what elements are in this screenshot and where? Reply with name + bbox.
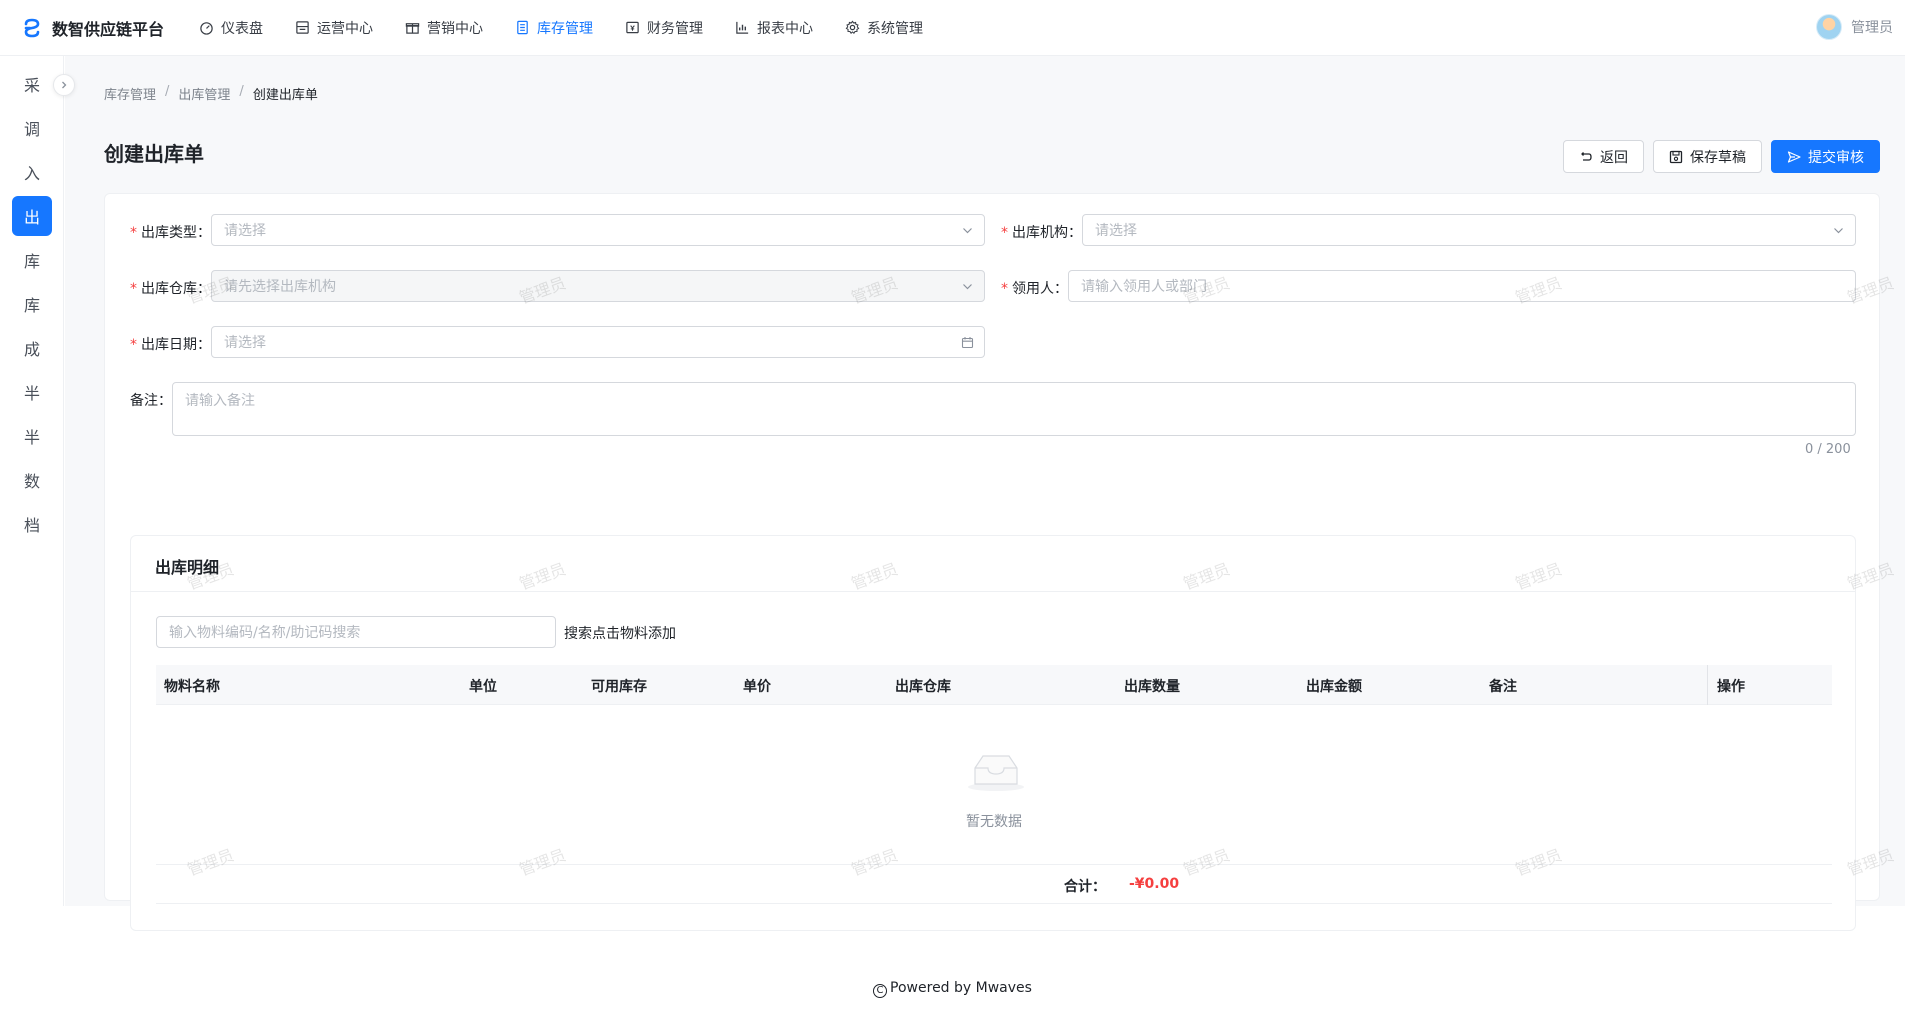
submit-review-button[interactable]: 提交审核 bbox=[1771, 140, 1880, 173]
col-unit: 单位 bbox=[469, 679, 497, 695]
footer-text: Powered by Mwaves bbox=[890, 980, 1032, 996]
col-operation: 操作 bbox=[1717, 679, 1745, 695]
col-outbound-warehouse: 出库仓库 bbox=[895, 679, 951, 695]
inventory-icon bbox=[517, 20, 528, 35]
col-outbound-amount: 出库金额 bbox=[1306, 679, 1362, 695]
brand[interactable]: 数智供应链平台 bbox=[0, 16, 183, 40]
app-name: 数智供应链平台 bbox=[52, 19, 165, 39]
sidebar-item-semi-1[interactable]: 半 bbox=[12, 372, 52, 412]
user-name: 管理员 bbox=[1851, 20, 1893, 36]
nav-item-operations[interactable]: 运营中心 bbox=[279, 0, 389, 56]
main-content: 库存管理 / 出库管理 / 创建出库单 创建出库单 返回 保存草稿 提交审核 *… bbox=[65, 56, 1905, 931]
sidebar-item-inbound[interactable]: 入 bbox=[12, 152, 52, 192]
col-remark: 备注 bbox=[1489, 679, 1517, 695]
total-label: 合计： bbox=[1064, 879, 1106, 895]
breadcrumb: 库存管理 / 出库管理 / 创建出库单 bbox=[104, 84, 318, 103]
org-label: * 出库机构： bbox=[1001, 225, 1082, 241]
operations-icon bbox=[296, 21, 309, 34]
receiver-label: * 领用人： bbox=[1001, 281, 1068, 297]
empty-text: 暂无数据 bbox=[966, 814, 1022, 830]
remark-counter: 0 / 200 bbox=[1805, 442, 1851, 457]
sidebar-item-outbound[interactable]: 出 bbox=[12, 196, 52, 236]
empty-inbox-icon bbox=[968, 755, 1024, 791]
outbound-detail-section: 出库明细 输入物料编码/名称/助记码搜索 搜索点击物料添加 物料名称 单位 可用… bbox=[130, 535, 1856, 931]
outbound-type-select[interactable]: 请选择 bbox=[211, 214, 985, 246]
detail-title: 出库明细 bbox=[131, 536, 1855, 592]
chevron-down-icon bbox=[963, 284, 972, 290]
col-unit-price: 单价 bbox=[743, 679, 771, 695]
action-bar: 返回 保存草稿 提交审核 bbox=[1563, 140, 1880, 173]
search-tip: 搜索点击物料添加 bbox=[564, 626, 676, 642]
gift-icon bbox=[405, 23, 420, 34]
nav-item-finance[interactable]: 财务管理 bbox=[609, 0, 719, 56]
col-available-stock: 可用库存 bbox=[591, 679, 647, 695]
form-card: * 出库类型： 请选择 * 出库机构： 请选择 * 出库仓库： 请先选择出库机构 * 领… bbox=[104, 193, 1880, 931]
breadcrumb-item-current: 创建出库单 bbox=[252, 88, 318, 103]
top-navbar: 数智供应链平台 仪表盘 运营中心 营销中心 库存管理 财务管理 报表中心 系统管… bbox=[0, 0, 1905, 56]
chart-icon bbox=[736, 21, 749, 34]
return-icon bbox=[1581, 151, 1592, 161]
sidebar-toggle[interactable] bbox=[53, 74, 75, 96]
chevron-down-icon bbox=[963, 228, 972, 234]
remark-label: 备注： bbox=[130, 393, 172, 409]
avatar bbox=[1816, 14, 1842, 40]
sidebar-item-stock-2[interactable]: 库 bbox=[12, 284, 52, 324]
detail-table: 物料名称 单位 可用库存 单价 出库仓库 出库数量 出库金额 备注 操作 暂无数… bbox=[156, 665, 1832, 904]
outbound-org-select[interactable]: 请选择 bbox=[1082, 214, 1856, 246]
sidebar-item-stock-1[interactable]: 库 bbox=[12, 240, 52, 280]
sidebar-item-data[interactable]: 数 bbox=[12, 460, 52, 500]
sidebar-item-procure[interactable]: 采 bbox=[12, 64, 52, 104]
chevron-down-icon bbox=[1834, 228, 1843, 234]
material-search-input[interactable]: 输入物料编码/名称/助记码搜索 bbox=[156, 616, 556, 648]
nav-item-marketing[interactable]: 营销中心 bbox=[389, 0, 499, 56]
sidebar: 采 调 入 出 库 库 成 半 半 数 档 bbox=[0, 56, 64, 906]
col-material-name: 物料名称 bbox=[164, 679, 220, 695]
user-menu[interactable]: 管理员 bbox=[1816, 14, 1893, 40]
breadcrumb-item-outbound[interactable]: 出库管理 bbox=[178, 84, 230, 103]
sidebar-item-finished[interactable]: 成 bbox=[12, 328, 52, 368]
sidebar-item-transfer[interactable]: 调 bbox=[12, 108, 52, 148]
table-header: 物料名称 单位 可用库存 单价 出库仓库 出库数量 出库金额 备注 操作 bbox=[156, 665, 1832, 705]
outbound-warehouse-select[interactable]: 请先选择出库机构 bbox=[211, 270, 985, 302]
date-label: * 出库日期： bbox=[130, 337, 211, 353]
nav-item-inventory[interactable]: 库存管理 bbox=[499, 0, 609, 56]
save-icon bbox=[1669, 150, 1683, 163]
outbound-date-picker[interactable]: 请选择 bbox=[211, 326, 985, 358]
empty-state: 暂无数据 bbox=[156, 705, 1832, 865]
gear-icon bbox=[845, 20, 860, 35]
finance-icon bbox=[626, 21, 639, 34]
nav-item-reports[interactable]: 报表中心 bbox=[719, 0, 829, 56]
back-button[interactable]: 返回 bbox=[1563, 140, 1644, 173]
save-draft-button[interactable]: 保存草稿 bbox=[1653, 140, 1762, 173]
warehouse-label: * 出库仓库： bbox=[130, 281, 211, 297]
remark-textarea[interactable]: 请输入备注 bbox=[172, 382, 1856, 436]
sidebar-item-semi-2[interactable]: 半 bbox=[12, 416, 52, 456]
breadcrumb-item-inventory[interactable]: 库存管理 bbox=[104, 84, 156, 103]
main-nav: 仪表盘 运营中心 营销中心 库存管理 财务管理 报表中心 系统管理 bbox=[183, 0, 939, 56]
nav-item-dashboard[interactable]: 仪表盘 bbox=[183, 0, 279, 56]
footer: C Powered by Mwaves bbox=[0, 980, 1905, 998]
total-row: 合计： -¥0.00 bbox=[156, 864, 1832, 904]
nav-item-system[interactable]: 系统管理 bbox=[829, 0, 939, 56]
page-title: 创建出库单 bbox=[104, 142, 204, 166]
total-value: -¥0.00 bbox=[1129, 876, 1180, 892]
type-label: * 出库类型： bbox=[130, 225, 211, 241]
sidebar-item-archive[interactable]: 档 bbox=[12, 504, 52, 544]
col-outbound-qty: 出库数量 bbox=[1124, 679, 1180, 695]
copyright-icon: C bbox=[873, 984, 888, 998]
receiver-input[interactable]: 请输入领用人或部门 bbox=[1068, 270, 1856, 302]
dashboard-icon bbox=[200, 22, 213, 35]
chevron-right-icon bbox=[62, 81, 67, 89]
send-icon bbox=[1787, 150, 1801, 163]
brand-logo-icon bbox=[24, 18, 40, 37]
calendar-icon bbox=[961, 337, 974, 349]
